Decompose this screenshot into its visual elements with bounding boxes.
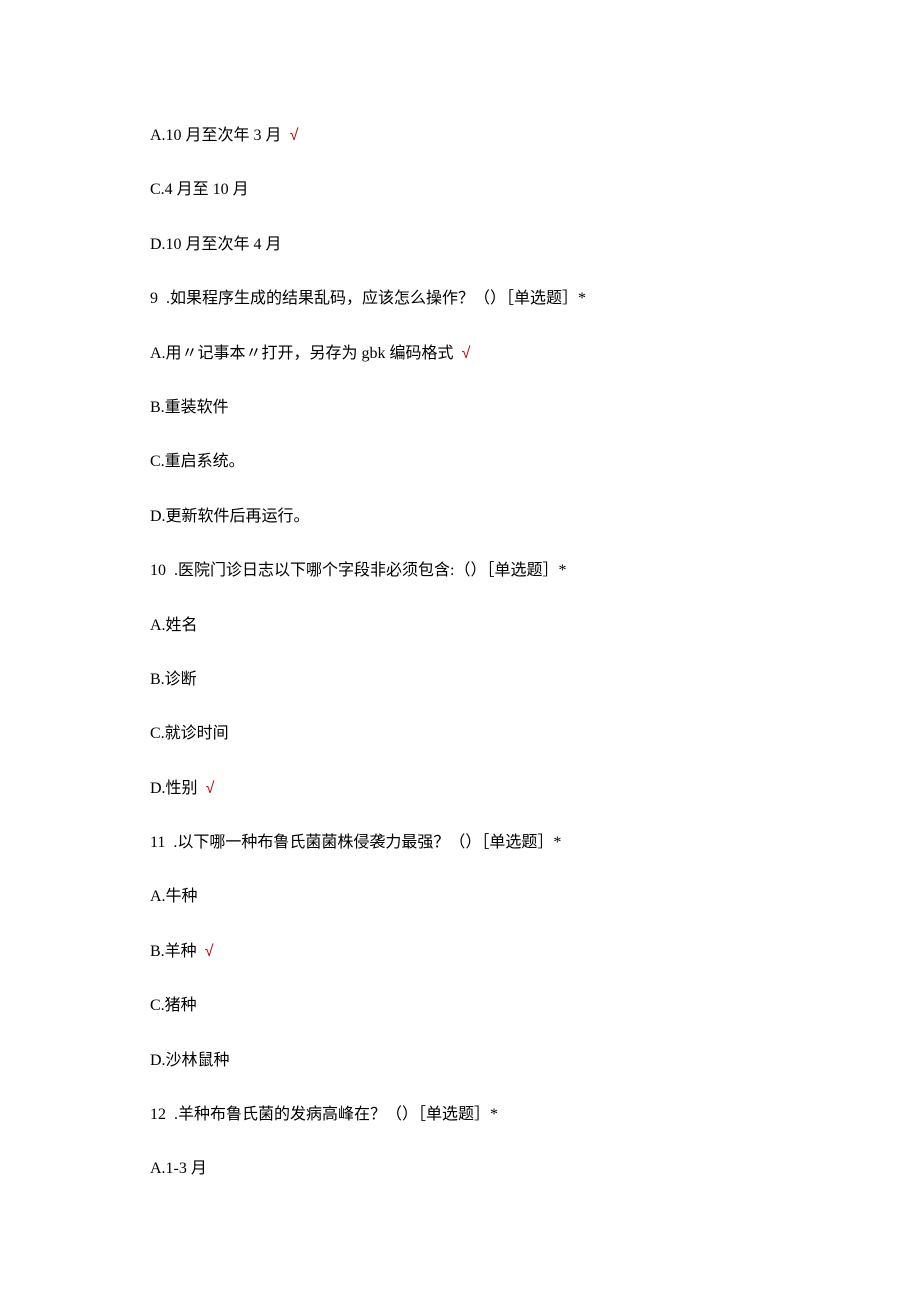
line-text: 12 .羊种布鲁氏菌的发病高峰在？（）［单选题］* <box>150 1106 498 1123</box>
line-text: A.牛种 <box>150 888 198 905</box>
document-line: 9 .如果程序生成的结果乱码，应该怎么操作？（）［单选题］* <box>150 288 770 310</box>
line-text: D.性别 <box>150 780 202 797</box>
check-mark-icon: √ <box>205 943 214 960</box>
line-text: 10 .医院门诊日志以下哪个字段非必须包含:（）［单选题］* <box>150 562 566 579</box>
line-text: B.羊种 <box>150 943 201 960</box>
line-text: B.重装软件 <box>150 399 229 416</box>
document-line: A.姓名 <box>150 615 770 637</box>
document-line: B.羊种 √ <box>150 941 770 963</box>
document-line: D.更新软件后再运行。 <box>150 506 770 528</box>
document-line: 11 .以下哪一种布鲁氏菌菌株侵袭力最强？（）［单选题］* <box>150 832 770 854</box>
line-text: A.用〃记事本〃打开，另存为 gbk 编码格式 <box>150 345 458 362</box>
check-mark-icon: √ <box>206 780 215 797</box>
line-text: C.就诊时间 <box>150 725 229 742</box>
line-text: C.猪种 <box>150 997 197 1014</box>
document-line: C.4 月至 10 月 <box>150 179 770 201</box>
document-line: A.牛种 <box>150 886 770 908</box>
document-line: C.重启系统。 <box>150 451 770 473</box>
document-line: 12 .羊种布鲁氏菌的发病高峰在？（）［单选题］* <box>150 1104 770 1126</box>
line-text: A.1-3 月 <box>150 1160 207 1177</box>
check-mark-icon: √ <box>290 127 299 144</box>
document-line: A.10 月至次年 3 月 √ <box>150 125 770 147</box>
document-line: D.沙林鼠种 <box>150 1050 770 1072</box>
line-text: 11 .以下哪一种布鲁氏菌菌株侵袭力最强？（）［单选题］* <box>150 834 561 851</box>
line-text: 9 .如果程序生成的结果乱码，应该怎么操作？（）［单选题］* <box>150 290 586 307</box>
document-line: A.用〃记事本〃打开，另存为 gbk 编码格式 √ <box>150 343 770 365</box>
line-text: B.诊断 <box>150 671 197 688</box>
document-line: B.诊断 <box>150 669 770 691</box>
document-line: B.重装软件 <box>150 397 770 419</box>
document-page: A.10 月至次年 3 月 √ C.4 月至 10 月 D.10 月至次年 4 月 9… <box>0 0 920 1293</box>
document-line: C.就诊时间 <box>150 723 770 745</box>
document-line: D.10 月至次年 4 月 <box>150 234 770 256</box>
document-line: C.猪种 <box>150 995 770 1017</box>
line-text: A.10 月至次年 3 月 <box>150 127 286 144</box>
line-text: D.更新软件后再运行。 <box>150 508 310 525</box>
document-line: D.性别 √ <box>150 778 770 800</box>
line-text: D.10 月至次年 4 月 <box>150 236 282 253</box>
line-text: C.4 月至 10 月 <box>150 181 249 198</box>
document-line: A.1-3 月 <box>150 1158 770 1180</box>
line-text: C.重启系统。 <box>150 453 245 470</box>
line-text: A.姓名 <box>150 617 198 634</box>
document-line: 10 .医院门诊日志以下哪个字段非必须包含:（）［单选题］* <box>150 560 770 582</box>
line-text: D.沙林鼠种 <box>150 1052 230 1069</box>
check-mark-icon: √ <box>462 345 471 362</box>
